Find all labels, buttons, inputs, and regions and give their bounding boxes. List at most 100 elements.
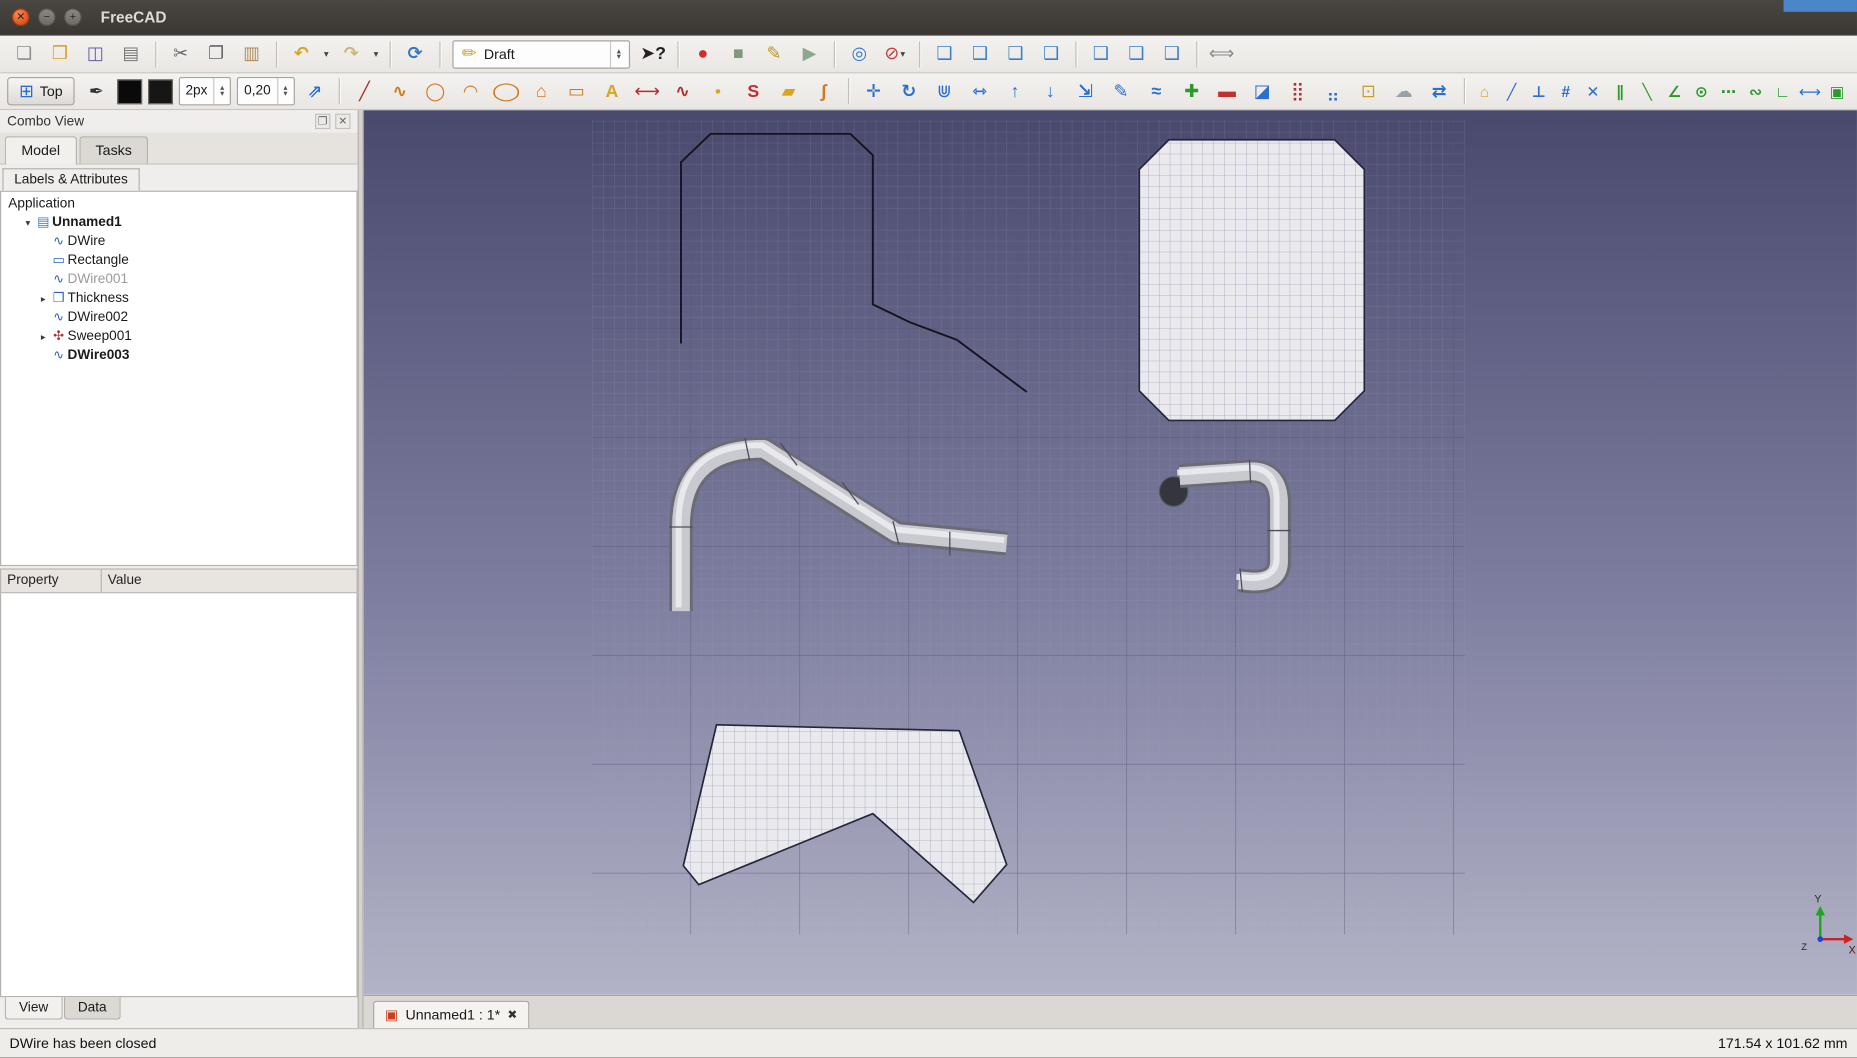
view-front[interactable]: ❑	[963, 38, 997, 69]
panel-close-button[interactable]: ✕	[335, 113, 351, 130]
redo[interactable]: ↷	[334, 38, 368, 69]
line-color-swatch[interactable]	[116, 78, 142, 104]
draft-dimension[interactable]: ⟷	[630, 76, 664, 107]
tree-item-dwire003[interactable]: ∿ DWire003	[1, 346, 356, 365]
measure-distance[interactable]: ⟺	[1204, 38, 1238, 69]
draft-rectangle[interactable]: ▭	[560, 76, 594, 107]
draft-ellipse[interactable]: ◯	[489, 76, 523, 107]
draw-style[interactable]: ⊘ ▾	[878, 38, 912, 69]
tree-item-dwire002[interactable]: ∿ DWire002	[1, 308, 356, 327]
macro-edit[interactable]: ✎	[757, 38, 791, 69]
window-minimize-button[interactable]: −	[37, 8, 56, 27]
rectangle-face[interactable]	[1138, 138, 1366, 422]
tree-item-dwire001[interactable]: ∿ DWire001	[1, 270, 356, 289]
line-width-spinner-arrows[interactable]: ▴ ▾	[213, 78, 230, 105]
snap-near[interactable]: ∾	[1743, 76, 1769, 107]
panel-float-button[interactable]: ❐	[315, 113, 331, 130]
tree-item-unnamed1[interactable]: ▾ ▤ Unnamed1	[1, 213, 356, 232]
snap-ortho[interactable]: ∟	[1770, 76, 1796, 107]
tree-item-thickness[interactable]: ▸ ❒ Thickness	[1, 289, 356, 308]
tab-data[interactable]: Data	[63, 997, 121, 1020]
refresh[interactable]: ⟳	[398, 38, 432, 69]
snap-working-plane[interactable]: ▣	[1824, 76, 1850, 107]
draft-add-point[interactable]: ✚	[1175, 76, 1209, 107]
text-scale-spinner-arrows[interactable]: ▴ ▾	[276, 78, 294, 105]
draft-array[interactable]: ⣿	[1281, 76, 1315, 107]
expand-arrow-icon[interactable]: ▾	[21, 217, 34, 228]
workbench-selector[interactable]: ✏ Draft ▴ ▾	[452, 39, 631, 69]
tree-item-sweep001[interactable]: ▸ ✣ Sweep001	[1, 327, 356, 346]
new-file[interactable]: ❏	[7, 38, 41, 69]
draft-downgrade[interactable]: ↓	[1033, 76, 1067, 107]
face-color-swatch[interactable]	[147, 78, 173, 104]
draft-line[interactable]: ╱	[347, 76, 381, 107]
copy[interactable]: ❐	[199, 38, 233, 69]
snap-parallel[interactable]: ∥	[1607, 76, 1633, 107]
draft-arc[interactable]: ◠	[453, 76, 487, 107]
macro-stop[interactable]: ■	[721, 38, 755, 69]
macro-record[interactable]: ●	[686, 38, 720, 69]
paste[interactable]: ▥	[234, 38, 268, 69]
view-rear[interactable]: ❑	[1084, 38, 1118, 69]
redo-history-dropdown[interactable]: ▾	[370, 38, 383, 69]
draft-bspline[interactable]: ∿	[666, 76, 700, 107]
print[interactable]: ▤	[114, 38, 148, 69]
draft-bezcurve[interactable]: ∫	[807, 76, 841, 107]
draft-scale[interactable]: ⇲	[1069, 76, 1103, 107]
draft-circle[interactable]: ◯	[418, 76, 452, 107]
undo-history-dropdown[interactable]: ▾	[320, 38, 333, 69]
property-column-header[interactable]: Property	[0, 568, 102, 594]
draft-shapestring[interactable]: S	[736, 76, 770, 107]
construction-mode-toggle[interactable]: ✒	[79, 76, 113, 107]
draft-text[interactable]: A	[595, 76, 629, 107]
draft-rotate[interactable]: ↻	[892, 76, 926, 107]
draft-heal[interactable]: ⇄	[1422, 76, 1456, 107]
snap-center[interactable]: ⊙	[1688, 76, 1714, 107]
apply-style-button[interactable]: ⇗	[298, 76, 332, 107]
draft-offset[interactable]: ⋓	[927, 76, 961, 107]
draft-move[interactable]: ✛	[856, 76, 890, 107]
tab-tasks[interactable]: Tasks	[78, 136, 149, 164]
expand-arrow-icon[interactable]: ▸	[37, 331, 50, 342]
snap-intersection[interactable]: ✕	[1580, 76, 1606, 107]
cut[interactable]: ✂	[163, 38, 197, 69]
document-tab[interactable]: ▣ Unnamed1 : 1* ✖	[373, 1000, 530, 1028]
draft-shape2dview[interactable]: ◪	[1245, 76, 1279, 107]
snap-perpendicular[interactable]: ⊥	[1526, 76, 1552, 107]
tree-item-dwire[interactable]: ∿ DWire	[1, 232, 356, 251]
draft-polygon[interactable]: ⌂	[524, 76, 558, 107]
tab-model[interactable]: Model	[4, 136, 77, 165]
snap-dimensions[interactable]: ⟷	[1797, 76, 1823, 107]
line-width-spinner[interactable]: 2px ▴ ▾	[178, 76, 232, 106]
draft-drawing[interactable]: ⊡	[1351, 76, 1385, 107]
draft-wire[interactable]: ∿	[383, 76, 417, 107]
view-axonometric[interactable]: ❑	[927, 38, 961, 69]
tab-close-icon[interactable]: ✖	[507, 1008, 517, 1021]
window-maximize-button[interactable]: +	[63, 8, 82, 27]
tree-item-application[interactable]: Application	[1, 194, 356, 213]
value-column-header[interactable]: Value	[100, 568, 358, 594]
draft-delete-point[interactable]: ▬	[1210, 76, 1244, 107]
view-top[interactable]: ❑	[998, 38, 1032, 69]
view-right[interactable]: ❑	[1034, 38, 1068, 69]
tab-view[interactable]: View	[4, 997, 63, 1020]
3d-viewport[interactable]: Y Z X	[363, 110, 1857, 995]
whats-this[interactable]: ➤?	[636, 38, 670, 69]
draft-wire-to-bspline[interactable]: ≈	[1139, 76, 1173, 107]
draft-facebinder[interactable]: ▰	[772, 76, 806, 107]
save-file[interactable]: ◫	[78, 38, 112, 69]
expand-arrow-icon[interactable]: ▸	[37, 293, 50, 304]
draft-patharray[interactable]: ⣤	[1316, 76, 1350, 107]
text-scale-spinner[interactable]: 0,20 ▴ ▾	[237, 76, 295, 106]
macro-execute[interactable]: ▶	[792, 38, 826, 69]
tree-item-rectangle[interactable]: ▭ Rectangle	[1, 251, 356, 270]
draw-style-dropdown[interactable]: ▾	[900, 49, 905, 60]
fit-all[interactable]: ◎	[842, 38, 876, 69]
draft-upgrade[interactable]: ↑	[998, 76, 1032, 107]
open-file[interactable]: ❒	[43, 38, 77, 69]
view-left[interactable]: ❑	[1155, 38, 1189, 69]
labels-attributes-tab[interactable]: Labels & Attributes	[2, 168, 140, 191]
snap-grid[interactable]: #	[1553, 76, 1579, 107]
snap-endpoint[interactable]: ╲	[1634, 76, 1660, 107]
snap-extension[interactable]: ⋯	[1716, 76, 1742, 107]
